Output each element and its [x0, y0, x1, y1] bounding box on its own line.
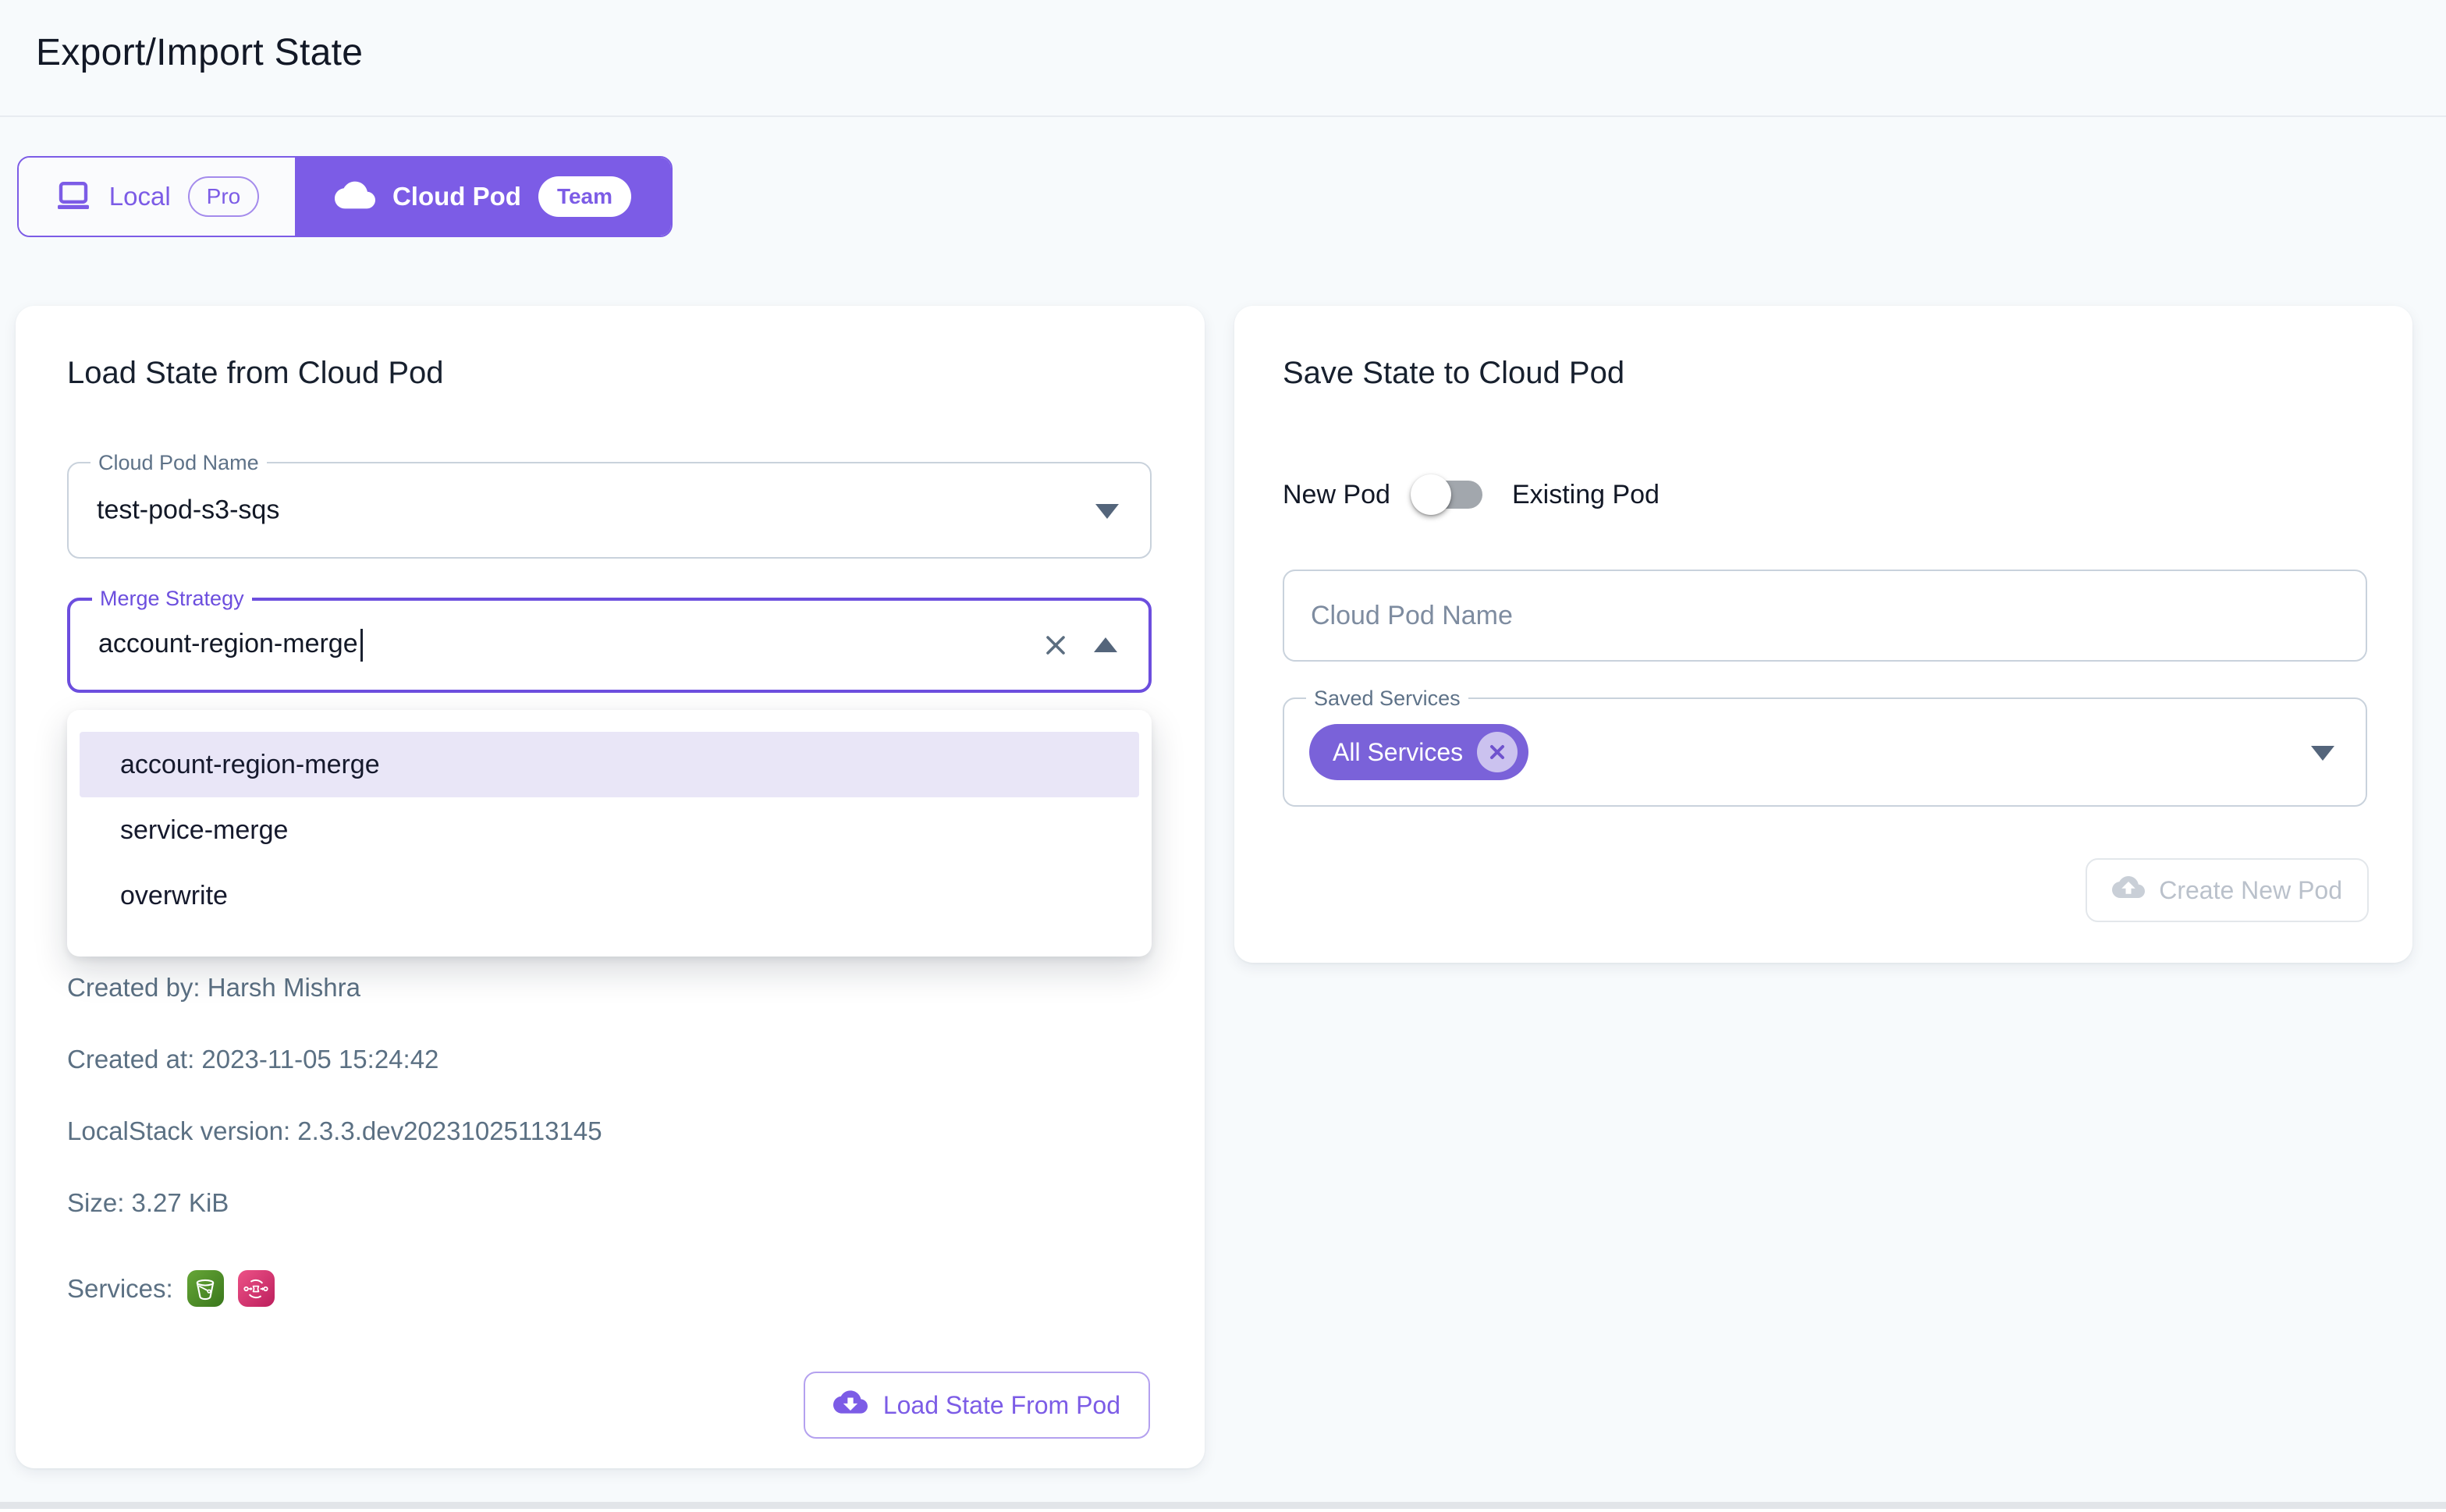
load-state-button[interactable]: Load State From Pod: [804, 1372, 1150, 1439]
tab-local-label: Local: [109, 182, 171, 211]
header-divider: [0, 115, 2446, 117]
pod-mode-toggle-row: New Pod Existing Pod: [1283, 473, 1660, 516]
text-caret: [360, 629, 363, 662]
save-pod-name-field: [1283, 570, 2367, 662]
sqs-service-icon: [238, 1270, 275, 1307]
save-pod-name-input[interactable]: [1284, 571, 2366, 660]
chip-delete-icon[interactable]: [1477, 732, 1518, 772]
all-services-chip: All Services: [1309, 724, 1528, 780]
option-account-region-merge[interactable]: account-region-merge: [80, 732, 1139, 797]
scrollbar-underlay: [0, 1509, 2446, 1512]
tab-cloud-pod-label: Cloud Pod: [392, 182, 521, 211]
laptop-icon: [55, 176, 92, 218]
create-new-pod-button[interactable]: Create New Pod: [2086, 858, 2369, 922]
pod-name-select-value: test-pod-s3-sqs: [97, 495, 279, 526]
option-overwrite[interactable]: overwrite: [67, 863, 1152, 928]
saved-services-label: Saved Services: [1306, 683, 1468, 713]
state-mode-tabs: Local Pro Cloud Pod Team: [17, 156, 673, 237]
merge-strategy-combobox[interactable]: Merge Strategy account-region-merge: [67, 598, 1152, 693]
new-pod-label: New Pod: [1283, 480, 1390, 510]
saved-services-select[interactable]: Saved Services All Services: [1283, 697, 2367, 807]
save-state-panel: Save State to Cloud Pod New Pod Existing…: [1234, 306, 2412, 963]
load-state-button-label: Load State From Pod: [883, 1391, 1120, 1420]
load-state-panel: Load State from Cloud Pod Cloud Pod Name…: [16, 306, 1205, 1468]
clear-icon[interactable]: [1042, 632, 1069, 658]
services-row: Services:: [67, 1270, 602, 1307]
page-title: Export/Import State: [36, 31, 363, 74]
pod-mode-switch[interactable]: [1411, 473, 1492, 516]
merge-strategy-listbox: account-region-merge service-merge overw…: [67, 710, 1152, 957]
merge-strategy-label: Merge Strategy: [92, 584, 252, 613]
cloud-upload-icon: [2112, 871, 2145, 910]
pod-name-select[interactable]: Cloud Pod Name test-pod-s3-sqs: [67, 462, 1152, 559]
created-by: Created by: Harsh Mishra: [67, 952, 602, 1024]
chevron-down-icon: [2311, 746, 2334, 761]
option-service-merge[interactable]: service-merge: [67, 797, 1152, 863]
pro-badge: Pro: [188, 176, 260, 217]
pod-name-select-label: Cloud Pod Name: [91, 448, 267, 477]
create-new-pod-button-label: Create New Pod: [2159, 876, 2342, 905]
cloud-download-icon: [833, 1385, 868, 1425]
chevron-down-icon: [1095, 504, 1119, 519]
localstack-version: LocalStack version: 2.3.3.dev20231025113…: [67, 1095, 602, 1167]
pod-metadata: Created by: Harsh Mishra Created at: 202…: [67, 952, 602, 1307]
horizontal-scrollbar[interactable]: [0, 1502, 2446, 1509]
created-at: Created at: 2023-11-05 15:24:42: [67, 1024, 602, 1095]
chevron-up-icon[interactable]: [1094, 637, 1117, 652]
team-badge: Team: [538, 176, 631, 217]
services-label: Services:: [67, 1274, 173, 1304]
save-panel-title: Save State to Cloud Pod: [1283, 356, 1624, 391]
load-panel-title: Load State from Cloud Pod: [67, 356, 444, 391]
pod-size: Size: 3.27 KiB: [67, 1167, 602, 1239]
all-services-chip-label: All Services: [1333, 738, 1463, 767]
cloud-icon: [335, 175, 375, 219]
merge-strategy-value: account-region-merge: [98, 629, 363, 662]
switch-thumb: [1411, 474, 1451, 515]
s3-service-icon: [187, 1270, 224, 1307]
tab-cloud-pod[interactable]: Cloud Pod Team: [295, 158, 671, 236]
existing-pod-label: Existing Pod: [1512, 480, 1660, 510]
tab-local[interactable]: Local Pro: [19, 158, 295, 236]
